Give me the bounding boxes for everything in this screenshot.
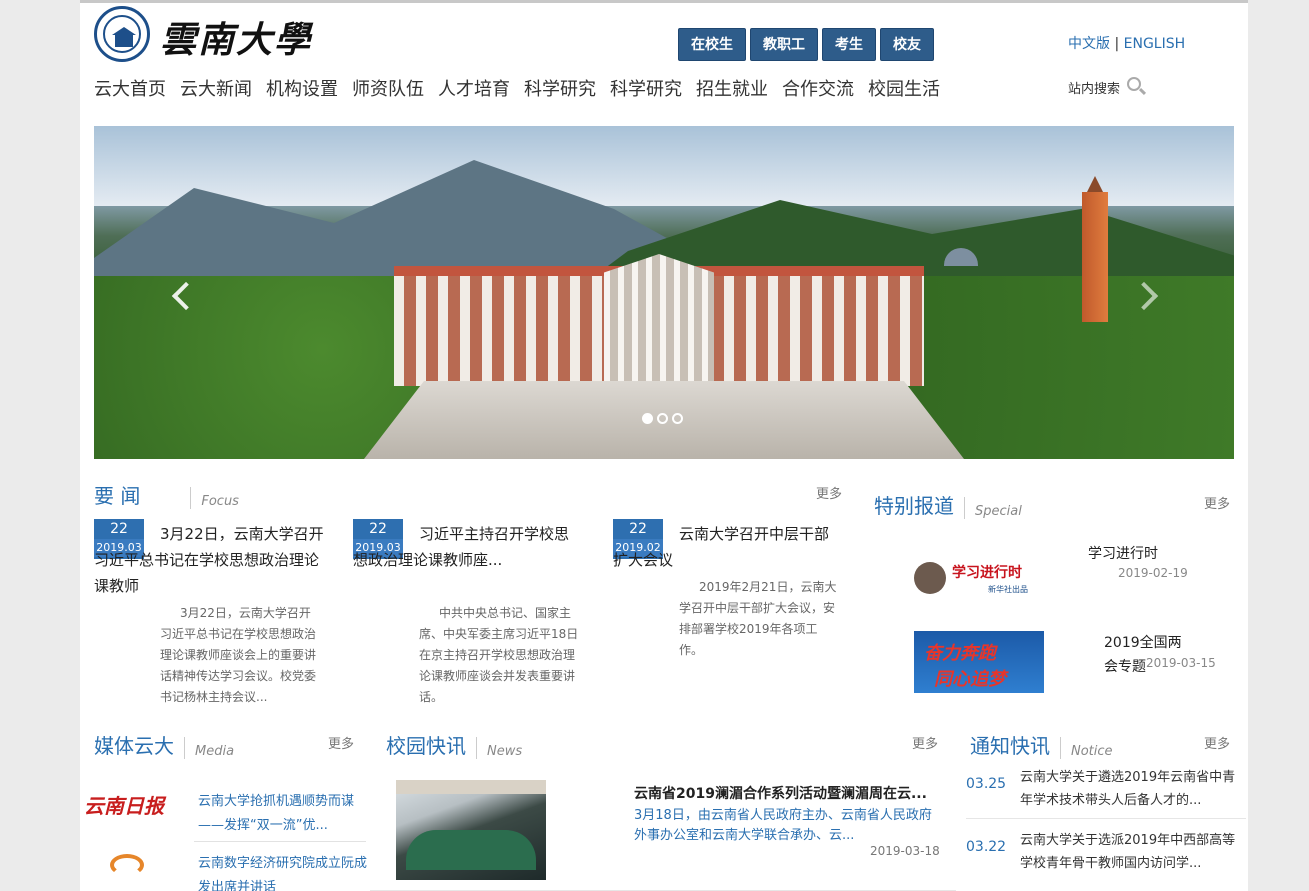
notice-subtitle: Notice (1071, 744, 1113, 759)
special-section-header: 特别报道 Special (874, 490, 1022, 519)
page-container: 雲南大學 在校生 教职工 考生 校友 中文版 | ENGLISH 云大首页 云大… (80, 0, 1248, 891)
main-navigation: 云大首页 云大新闻 机构设置 师资队伍 人才培育 科学研究 科学研究 招生就业 … (94, 75, 940, 101)
search-icon[interactable] (1126, 76, 1148, 98)
special-more-link[interactable]: 更多 (1204, 493, 1230, 512)
hero-carousel[interactable] (94, 126, 1234, 459)
carousel-dot-2[interactable] (657, 413, 668, 424)
nav-item-admissions[interactable]: 招生就业 (696, 75, 768, 101)
nav-item-home[interactable]: 云大首页 (94, 75, 166, 101)
role-button-alumni[interactable]: 校友 (880, 28, 934, 61)
nav-item-news[interactable]: 云大新闻 (180, 75, 252, 101)
role-button-staff[interactable]: 教职工 (750, 28, 818, 61)
campus-title: 校园快讯 (386, 734, 466, 758)
focus-subtitle: Focus (201, 494, 239, 509)
portrait-image (914, 562, 946, 594)
news-summary: 中共中央总书记、国家主席、中央军委主席习近平18日在京主持召开学校思想政治理论课… (419, 606, 579, 704)
lang-english-link[interactable]: ENGLISH (1124, 36, 1186, 52)
carousel-dot-1[interactable] (642, 413, 653, 424)
campus-news-photo[interactable] (396, 780, 546, 880)
thumbnail-caption: 学习进行时 (952, 565, 1022, 581)
nav-item-departments[interactable]: 机构设置 (266, 75, 338, 101)
nav-item-faculty[interactable]: 师资队伍 (352, 75, 424, 101)
media-title: 媒体云大 (94, 734, 174, 758)
notice-section-header: 通知快讯 Notice (970, 730, 1113, 759)
special-item-date: 2019-02-19 (1118, 566, 1188, 580)
special-title: 特别报道 (874, 494, 954, 518)
lang-chinese-link[interactable]: 中文版 (1068, 36, 1110, 52)
role-button-applicants[interactable]: 考生 (822, 28, 876, 61)
notice-title: 通知快讯 (970, 734, 1050, 758)
search-label: 站内搜索 (1068, 81, 1121, 97)
special-thumbnail[interactable]: 学习进行时 新华社出品 (914, 558, 1044, 596)
university-name-logo[interactable]: 雲南大學 (160, 11, 312, 63)
campus-news-summary: 3月18日，由云南省人民政府主办、云南省人民政府外事办公室和云南大学联合承办、云… (634, 808, 932, 843)
focus-more-link[interactable]: 更多 (816, 483, 842, 502)
nav-item-education[interactable]: 人才培育 (438, 75, 510, 101)
special-item-title[interactable]: 学习进行时 (1088, 543, 1158, 563)
site-search[interactable]: 站内搜索 (1068, 76, 1148, 98)
thumbnail-caption: 奋力奔跑 (924, 643, 996, 664)
campus-section-header: 校园快讯 News (386, 730, 522, 759)
notice-title-link[interactable]: 云南大学关于遴选2019年云南省中青年学术技术带头人后备人才的... (1020, 766, 1238, 812)
notice-date: 03.22 (966, 839, 1007, 855)
thumbnail-caption-sub: 新华社出品 (988, 585, 1028, 594)
special-thumbnail[interactable]: 奋力奔跑 同心追梦 (914, 631, 1044, 693)
nav-item-cooperation[interactable]: 合作交流 (782, 75, 854, 101)
focus-title: 要 闻 (94, 484, 141, 508)
nav-item-research[interactable]: 科学研究 (524, 75, 596, 101)
special-item-date: 2019-03-15 (1146, 656, 1216, 670)
focus-section-header: 要 闻 Focus (94, 480, 239, 509)
media-outlet-logo-icon (110, 854, 144, 876)
notice-date: 03.25 (966, 776, 1007, 792)
media-item-title[interactable]: 云南大学抢抓机遇顺势而谋——发挥“双一流”优... (198, 790, 368, 838)
special-item-title[interactable]: 2019全国两会专题 (1104, 631, 1194, 679)
carousel-indicators (642, 413, 683, 424)
notice-more-link[interactable]: 更多 (1204, 733, 1230, 752)
language-switcher: 中文版 | ENGLISH (1068, 33, 1185, 53)
thumbnail-caption-2: 同心追梦 (934, 669, 1006, 690)
news-title[interactable]: 云南大学召开中层干部扩大会议 (613, 521, 843, 573)
nav-item-campus-life[interactable]: 校园生活 (868, 75, 940, 101)
media-section-header: 媒体云大 Media (94, 730, 234, 759)
news-title[interactable]: 3月22日，云南大学召开习近平总书记在学校思想政治理论课教师 (94, 521, 324, 599)
university-seal-logo[interactable] (94, 6, 150, 62)
lang-separator: | (1114, 36, 1120, 52)
media-more-link[interactable]: 更多 (328, 733, 354, 752)
campus-news-date: 2019-03-18 (870, 844, 940, 858)
media-subtitle: Media (195, 744, 235, 759)
campus-subtitle: News (487, 744, 523, 759)
news-title[interactable]: 习近平主持召开学校思想政治理论课教师座... (353, 521, 583, 573)
nav-item-research-2[interactable]: 科学研究 (610, 75, 682, 101)
media-item-title[interactable]: 云南数字经济研究院成立阮成发出席并讲话 (198, 852, 368, 891)
audience-buttons: 在校生 教职工 考生 校友 (678, 28, 934, 61)
campus-more-link[interactable]: 更多 (912, 733, 938, 752)
yunnan-daily-logo: 云南日报 (84, 794, 164, 818)
news-summary: 3月22日，云南大学召开习近平总书记在学校思想政治理论课教师座谈会上的重要讲话精… (160, 606, 317, 704)
carousel-dot-3[interactable] (672, 413, 683, 424)
notice-title-link[interactable]: 云南大学关于选派2019年中西部高等学校青年骨干教师国内访问学... (1020, 829, 1238, 875)
news-summary: 2019年2月21日，云南大学召开中层干部扩大会议，安排部署学校2019年各项工… (679, 580, 837, 657)
campus-news-headline[interactable]: 云南省2019澜湄合作系列活动暨澜湄周在云... (634, 783, 934, 805)
special-subtitle: Special (975, 504, 1022, 519)
role-button-students[interactable]: 在校生 (678, 28, 746, 61)
